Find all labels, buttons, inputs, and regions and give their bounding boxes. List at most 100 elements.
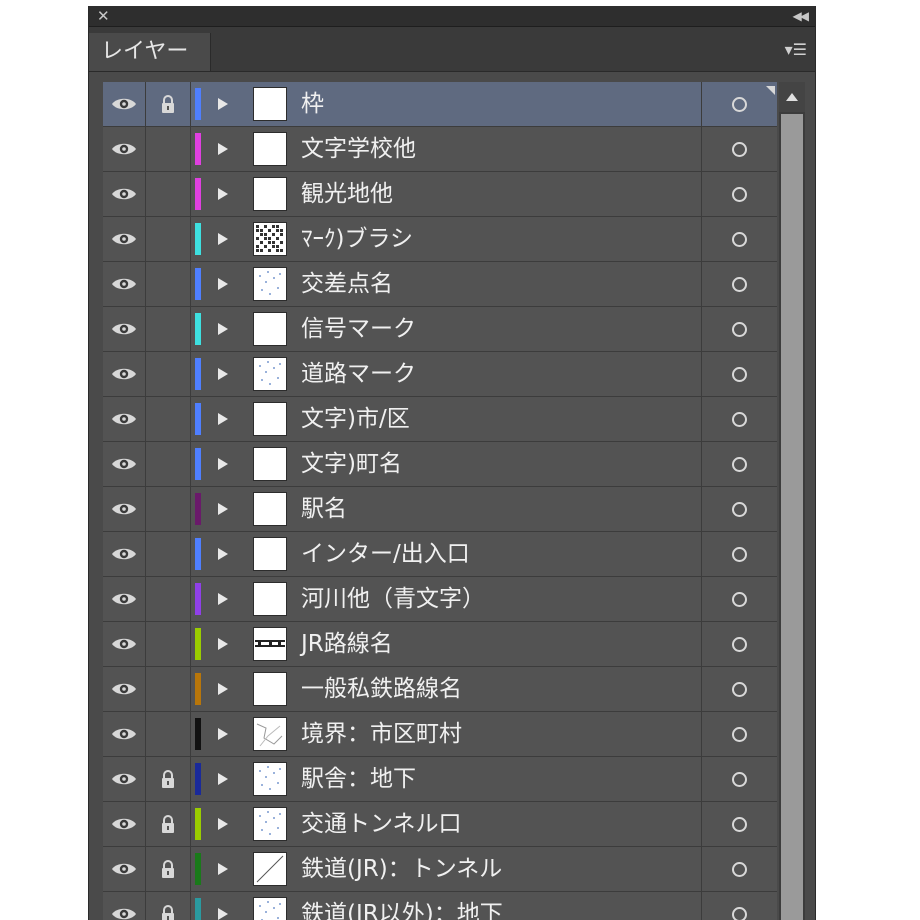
triangle-right-icon[interactable] <box>215 352 231 396</box>
eye-icon[interactable] <box>103 667 146 711</box>
triangle-right-icon[interactable] <box>215 802 231 846</box>
target-cell[interactable] <box>701 127 777 171</box>
target-cell[interactable] <box>701 532 777 576</box>
lock-toggle[interactable] <box>146 262 191 306</box>
target-circle-icon[interactable] <box>732 546 747 562</box>
triangle-right-icon[interactable] <box>215 487 231 531</box>
target-cell[interactable] <box>701 487 777 531</box>
layer-row[interactable]: 一般私鉄路線名 <box>103 667 777 712</box>
eye-icon[interactable] <box>103 307 146 351</box>
triangle-right-icon[interactable] <box>215 532 231 576</box>
target-circle-icon[interactable] <box>732 411 747 427</box>
layer-name[interactable]: 駅舎：地下 <box>301 757 416 801</box>
layer-name[interactable]: 鉄道(JR以外)：地下 <box>301 892 503 920</box>
layer-row[interactable]: 交通トンネル口 <box>103 802 777 847</box>
triangle-right-icon[interactable] <box>215 127 231 171</box>
layer-name[interactable]: 信号マーク <box>301 307 416 351</box>
lock-toggle[interactable] <box>146 622 191 666</box>
target-circle-icon[interactable] <box>732 861 747 877</box>
panel-menu-icon[interactable]: ▾☰ <box>785 41 807 59</box>
target-circle-icon[interactable] <box>732 636 747 652</box>
layer-row[interactable]: 文字)市/区 <box>103 397 777 442</box>
eye-icon[interactable] <box>103 532 146 576</box>
target-circle-icon[interactable] <box>732 96 747 112</box>
lock-icon[interactable] <box>146 757 191 801</box>
layer-row[interactable]: 観光地他 <box>103 172 777 217</box>
eye-icon[interactable] <box>103 82 146 126</box>
layer-name[interactable]: 交差点名 <box>301 262 393 306</box>
layer-row[interactable]: 境界：市区町村 <box>103 712 777 757</box>
target-cell[interactable] <box>701 892 777 920</box>
eye-icon[interactable] <box>103 262 146 306</box>
close-icon[interactable]: ✕ <box>97 7 110 25</box>
target-cell[interactable] <box>701 442 777 486</box>
layer-name[interactable]: 文字)市/区 <box>301 397 410 441</box>
lock-toggle[interactable] <box>146 397 191 441</box>
layer-row[interactable]: 鉄道(JR)：トンネル <box>103 847 777 892</box>
eye-icon[interactable] <box>103 127 146 171</box>
scroll-thumb[interactable] <box>781 114 803 920</box>
triangle-right-icon[interactable] <box>215 217 231 261</box>
scroll-up-arrow-icon[interactable] <box>779 82 805 112</box>
eye-icon[interactable] <box>103 802 146 846</box>
eye-icon[interactable] <box>103 487 146 531</box>
lock-toggle[interactable] <box>146 667 191 711</box>
eye-icon[interactable] <box>103 172 146 216</box>
layer-row[interactable]: JR路線名 <box>103 622 777 667</box>
triangle-right-icon[interactable] <box>215 262 231 306</box>
triangle-right-icon[interactable] <box>215 397 231 441</box>
triangle-right-icon[interactable] <box>215 577 231 621</box>
lock-toggle[interactable] <box>146 172 191 216</box>
eye-icon[interactable] <box>103 712 146 756</box>
target-circle-icon[interactable] <box>732 726 747 742</box>
target-circle-icon[interactable] <box>732 321 747 337</box>
triangle-right-icon[interactable] <box>215 667 231 711</box>
target-circle-icon[interactable] <box>732 366 747 382</box>
target-cell[interactable] <box>701 622 777 666</box>
layer-row[interactable]: 河川他（青文字） <box>103 577 777 622</box>
target-cell[interactable] <box>701 262 777 306</box>
layer-name[interactable]: 枠 <box>301 82 324 126</box>
layer-row[interactable]: 枠 <box>103 82 777 127</box>
target-cell[interactable] <box>701 667 777 711</box>
triangle-right-icon[interactable] <box>215 172 231 216</box>
target-circle-icon[interactable] <box>732 141 747 157</box>
eye-icon[interactable] <box>103 397 146 441</box>
lock-toggle[interactable] <box>146 442 191 486</box>
layer-name[interactable]: JR路線名 <box>301 622 393 666</box>
lock-toggle[interactable] <box>146 532 191 576</box>
layer-name[interactable]: 駅名 <box>301 487 347 531</box>
layer-row[interactable]: 駅舎：地下 <box>103 757 777 802</box>
lock-toggle[interactable] <box>146 577 191 621</box>
layer-row[interactable]: ﾏｰｸ)ブラシ <box>103 217 777 262</box>
target-circle-icon[interactable] <box>732 591 747 607</box>
lock-icon[interactable] <box>146 82 191 126</box>
scrollbar[interactable] <box>779 82 805 920</box>
target-circle-icon[interactable] <box>732 231 747 247</box>
layer-row[interactable]: 文字)町名 <box>103 442 777 487</box>
layer-row[interactable]: 駅名 <box>103 487 777 532</box>
target-circle-icon[interactable] <box>732 906 747 920</box>
eye-icon[interactable] <box>103 352 146 396</box>
layer-row[interactable]: 信号マーク <box>103 307 777 352</box>
layer-name[interactable]: 道路マーク <box>301 352 416 396</box>
eye-icon[interactable] <box>103 892 146 920</box>
tab-layers[interactable]: レイヤー <box>89 33 211 71</box>
layer-name[interactable]: 鉄道(JR)：トンネル <box>301 847 502 891</box>
target-cell[interactable] <box>701 352 777 396</box>
layer-row[interactable]: 文字学校他 <box>103 127 777 172</box>
lock-toggle[interactable] <box>146 352 191 396</box>
triangle-right-icon[interactable] <box>215 622 231 666</box>
layer-row[interactable]: 交差点名 <box>103 262 777 307</box>
target-cell[interactable] <box>701 802 777 846</box>
target-cell[interactable] <box>701 172 777 216</box>
layer-row[interactable]: 道路マーク <box>103 352 777 397</box>
lock-toggle[interactable] <box>146 487 191 531</box>
lock-toggle[interactable] <box>146 127 191 171</box>
double-chevron-left-icon[interactable]: ◀◀ <box>793 7 810 25</box>
target-cell[interactable] <box>701 307 777 351</box>
layer-name[interactable]: 一般私鉄路線名 <box>301 667 462 711</box>
eye-icon[interactable] <box>103 622 146 666</box>
lock-icon[interactable] <box>146 802 191 846</box>
target-circle-icon[interactable] <box>732 456 747 472</box>
